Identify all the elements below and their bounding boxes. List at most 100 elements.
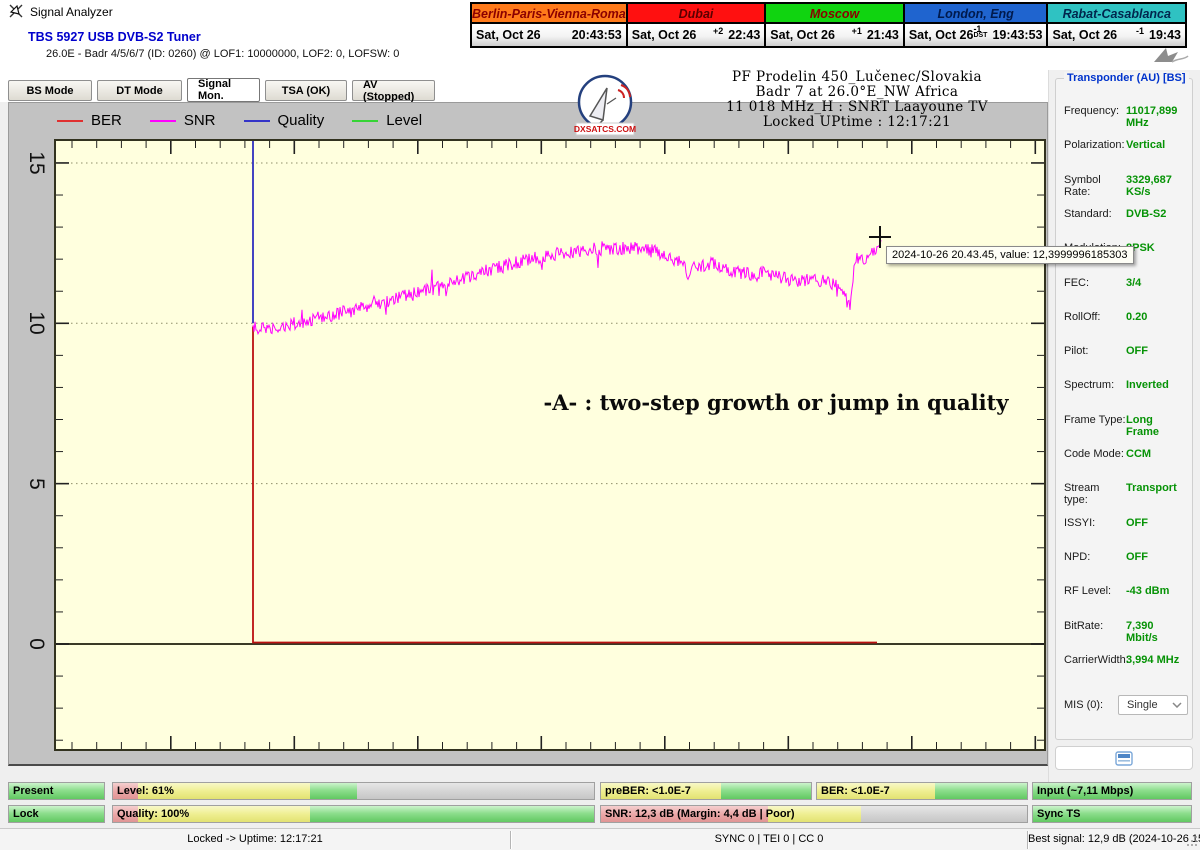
transponder-row-pilot: Pilot:OFF [1064, 345, 1188, 357]
indicator-label: SNR: 12,3 dB (Margin: 4,4 dB | Poor) [605, 808, 795, 820]
site-header-line1: PF Prodelin 450_Lučenec/Slovakia [637, 70, 1077, 85]
clock-city: Rabat-Casablanca [1048, 4, 1185, 24]
tuner-name: TBS 5927 USB DVB-S2 Tuner [28, 30, 201, 44]
clock-time: 20:43:53 [572, 28, 622, 42]
tp-label: FEC: [1064, 277, 1126, 289]
tab-tsa-ok[interactable]: TSA (OK) [265, 80, 347, 101]
legend-label: Level [386, 112, 422, 129]
tab-dt-mode[interactable]: DT Mode [97, 80, 182, 101]
dxsatcs-logo: DXSATCS.COM [570, 74, 640, 140]
tp-label: Code Mode: [1064, 448, 1126, 460]
tp-value: OFF [1126, 551, 1148, 563]
legend-swatch [57, 120, 83, 122]
indicator-label: BER: <1.0E-7 [821, 785, 890, 797]
clock-utc-offset: -1DST [973, 24, 987, 39]
chart-legend: BERSNRQualityLevel [57, 112, 422, 129]
clock-city: Moscow [766, 4, 903, 24]
indicator-label: Input (~7,11 Mbps) [1037, 785, 1133, 797]
clock-utc-offset: +1 [852, 26, 862, 36]
tp-value: DVB-S2 [1126, 208, 1166, 220]
transponder-row-polarization: Polarization:Vertical [1064, 139, 1188, 151]
indicator-present: Present [8, 782, 105, 800]
legend-swatch [150, 120, 176, 122]
signal-plot-svg [56, 141, 1044, 749]
tp-value: 3329,687 KS/s [1126, 174, 1188, 198]
clock-time: 22:43 [728, 28, 760, 42]
indicator-ber: BER: <1.0E-7 [816, 782, 1028, 800]
indicator-lock: Lock [8, 805, 105, 823]
transponder-groupbox: Transponder (AU) [BS] Frequency:11017,89… [1055, 78, 1193, 740]
transponder-row-issyi: ISSYI:OFF [1064, 517, 1188, 529]
tp-label: BitRate: [1064, 620, 1126, 644]
tp-label: RollOff: [1064, 311, 1126, 323]
y-tick-label-0: 0 [23, 631, 49, 657]
transponder-row-npd: NPD:OFF [1064, 551, 1188, 563]
indicator-row-1: PresentLevel: 61%preBER: <1.0E-7BER: <1.… [0, 782, 1200, 800]
legend-swatch [352, 120, 378, 122]
tp-value: Vertical [1126, 139, 1165, 151]
clock-date: Sat, Oct 26 [1052, 28, 1117, 42]
crosshair-cursor-icon [869, 226, 891, 248]
clock-utc-offset: -1 [1136, 26, 1144, 36]
legend-label: Quality [278, 112, 325, 129]
mis-select[interactable]: Single [1118, 695, 1188, 715]
indicator-segment-green [935, 783, 1027, 799]
clock-date: Sat, Oct 26 [476, 28, 541, 42]
chevron-down-icon [1172, 702, 1182, 708]
transponder-panel: Transponder (AU) [BS] Frequency:11017,89… [1048, 70, 1200, 782]
clock-date: Sat, Oct 26 [770, 28, 835, 42]
site-header-line2: Badr 7 at 26.0°E_NW Africa [637, 85, 1077, 100]
indicator-segment-gray [861, 806, 1027, 822]
clock-date: Sat, Oct 26 [909, 28, 974, 42]
tp-label: Spectrum: [1064, 379, 1126, 391]
clock-1: Dubai Sat, Oct 26 +2 22:43 [628, 4, 767, 46]
indicator-label: Quality: 100% [117, 808, 189, 820]
clock-utc-offset: +2 [713, 26, 723, 36]
tab-signal-mon[interactable]: Signal Mon. [187, 78, 260, 102]
statusbar-uptime: Locked -> Uptime: 12:17:21 [0, 833, 510, 845]
clock-date: Sat, Oct 26 [632, 28, 697, 42]
transponder-row-carrierwidth: CarrierWidth:3,994 MHz [1064, 654, 1188, 666]
indicator-segment-green [310, 783, 357, 799]
tp-value: OFF [1126, 517, 1148, 529]
tab-bs-mode[interactable]: BS Mode [8, 80, 92, 101]
indicator-label: Sync TS [1037, 808, 1080, 820]
tp-value: 11017,899 MHz [1126, 105, 1188, 129]
clock-city: Dubai [628, 4, 765, 24]
tab-av-stopped[interactable]: AV (Stopped) [352, 80, 435, 101]
world-clocks-window[interactable]: Berlin-Paris-Vienna-RomaSat, Oct 2620:43… [470, 2, 1187, 48]
resize-grip-icon[interactable] [1186, 835, 1198, 847]
clock-4: Rabat-CasablancaSat, Oct 26-119:43 [1048, 4, 1185, 46]
save-button[interactable] [1055, 746, 1193, 770]
legend-item-snr: SNR [150, 112, 216, 129]
transponder-row-code-mode: Code Mode:CCM [1064, 448, 1188, 460]
site-header-line3: 11 018 MHz_H : SNRT Laayoune TV [637, 100, 1077, 115]
y-tick-label-15: 15 [23, 150, 49, 176]
indicator-segment-green [310, 806, 594, 822]
signal-plot[interactable] [54, 139, 1046, 751]
tp-value: -43 dBm [1126, 585, 1169, 597]
tp-label: RF Level: [1064, 585, 1126, 597]
indicator-preber: preBER: <1.0E-7 [600, 782, 812, 800]
tp-label: Stream type: [1064, 482, 1126, 506]
tuner-detail: 26.0E - Badr 4/5/6/7 (ID: 0260) @ LOF1: … [46, 48, 399, 60]
window-title: Signal Analyzer [30, 5, 113, 19]
tp-value: 0.20 [1126, 311, 1147, 323]
legend-item-quality: Quality [244, 112, 325, 129]
indicator-sync-ts: Sync TS [1032, 805, 1192, 823]
indicator-snr: SNR: 12,3 dB (Margin: 4,4 dB | Poor) [600, 805, 1028, 823]
y-tick-label-5: 5 [23, 471, 49, 497]
transponder-row-stream-type: Stream type:Transport [1064, 482, 1188, 506]
satellite-dish-app-icon [8, 3, 25, 20]
tp-label: Standard: [1064, 208, 1126, 220]
transponder-row-bitrate: BitRate:7,390 Mbit/s [1064, 620, 1188, 644]
tp-value: OFF [1126, 345, 1148, 357]
indicator-label: preBER: <1.0E-7 [605, 785, 691, 797]
clock-time: 21:43 [867, 28, 899, 42]
chart-annotation: -A- : two-step growth or jump in quality [528, 390, 1024, 415]
transponder-row-standard: Standard:DVB-S2 [1064, 208, 1188, 220]
legend-label: SNR [184, 112, 216, 129]
tp-value: Inverted [1126, 379, 1169, 391]
statusbar-best-signal: Best signal: 12,9 dB (2024-10-26 15:42) [1028, 833, 1188, 845]
clock-time: 19:43:53 [992, 28, 1042, 42]
